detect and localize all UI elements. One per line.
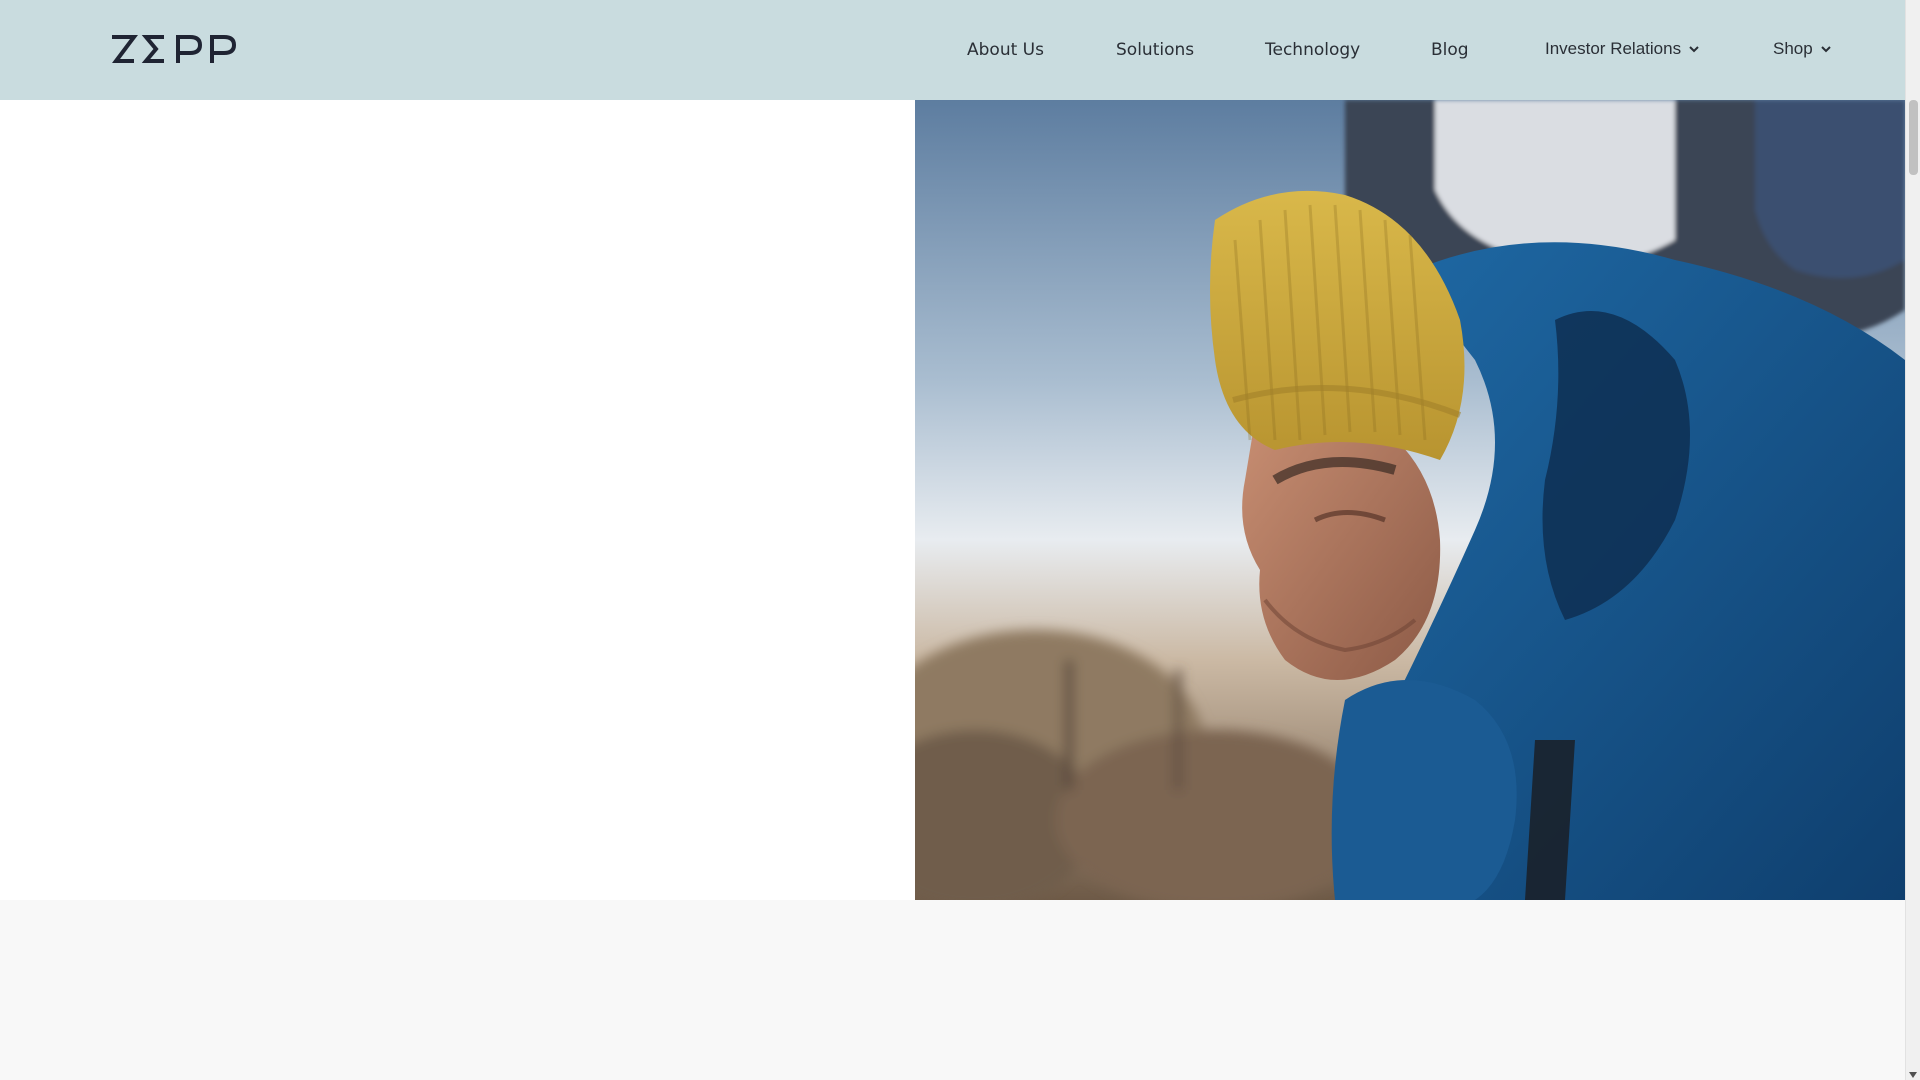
nav-label: Investor Relations [1545, 39, 1682, 58]
nav-about-us[interactable]: About Us [967, 38, 1044, 62]
nav-label: Solutions [1116, 40, 1195, 60]
scroll-down-icon[interactable] [1909, 1072, 1917, 1078]
nav-shop[interactable]: Shop [1773, 37, 1833, 61]
nav-solutions[interactable]: Solutions [1116, 38, 1194, 62]
nav-label: Shop [1773, 39, 1813, 58]
hero-video-frame [915, 100, 1905, 900]
page-scrollbar[interactable] [1905, 0, 1920, 1080]
nav-blog[interactable]: Blog [1431, 38, 1469, 62]
content-band [0, 900, 1905, 1080]
nav-label: Blog [1431, 40, 1469, 60]
nav-label: Technology [1265, 40, 1361, 60]
nav-technology[interactable]: Technology [1265, 38, 1360, 62]
scrollbar-thumb[interactable] [1909, 100, 1918, 175]
page: About Us Solutions Technology Blog Inves… [0, 0, 1920, 1080]
hero-video[interactable] [915, 100, 1905, 900]
main-nav: About Us Solutions Technology Blog Inves… [0, 0, 1905, 100]
chevron-down-icon [1820, 46, 1831, 53]
nav-label: About Us [967, 40, 1044, 60]
hero-text-panel [0, 100, 915, 900]
chevron-down-icon [1689, 46, 1699, 53]
nav-investor-relations[interactable]: Investor Relations [1545, 37, 1701, 61]
site-header: About Us Solutions Technology Blog Inves… [0, 0, 1905, 100]
